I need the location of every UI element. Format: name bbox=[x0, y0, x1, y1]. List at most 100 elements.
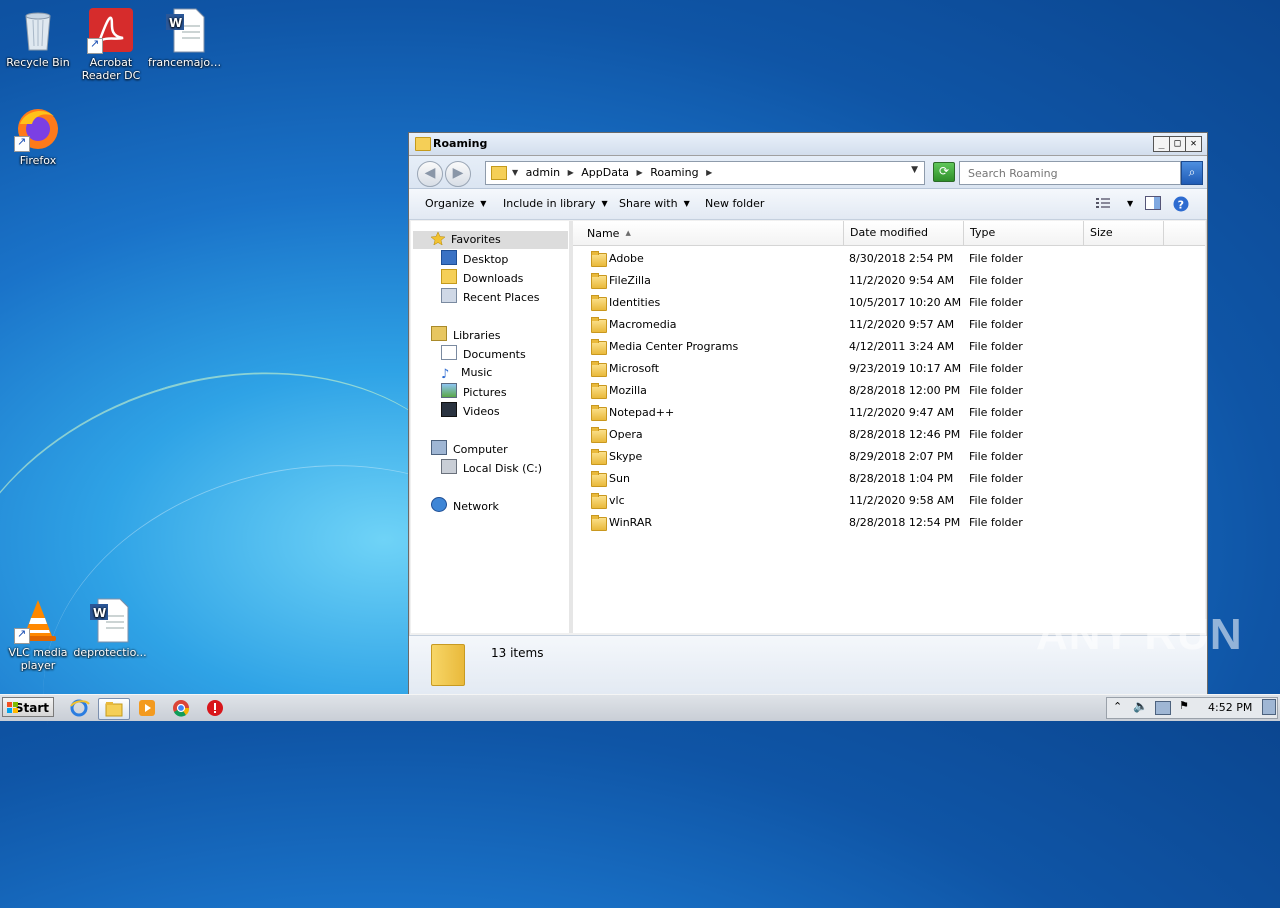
table-row[interactable]: Identities 10/5/2017 10:20 AM File folder bbox=[573, 292, 1205, 314]
nav-libraries-label: Libraries bbox=[453, 329, 501, 342]
refresh-button[interactable]: ⟳ bbox=[933, 162, 955, 182]
chevron-up-icon[interactable]: ⌃ bbox=[1113, 700, 1122, 713]
forward-button[interactable]: ▶ bbox=[445, 161, 471, 187]
breadcrumb-roaming[interactable]: Roaming bbox=[650, 166, 698, 179]
table-row[interactable]: Adobe 8/30/2018 2:54 PM File folder bbox=[573, 248, 1205, 270]
file-type: File folder bbox=[969, 406, 1023, 419]
file-date-modified: 10/5/2017 10:20 AM bbox=[849, 296, 962, 309]
table-row[interactable]: WinRAR 8/28/2018 12:54 PM File folder bbox=[573, 512, 1205, 534]
file-name: Skype bbox=[609, 450, 643, 463]
column-size[interactable]: Size bbox=[1084, 221, 1164, 245]
breadcrumb-admin[interactable]: admin bbox=[526, 166, 560, 179]
nav-videos[interactable]: Videos bbox=[441, 402, 500, 420]
file-date-modified: 11/2/2020 9:57 AM bbox=[849, 318, 955, 331]
table-row[interactable]: Skype 8/29/2018 2:07 PM File folder bbox=[573, 446, 1205, 468]
vlc-icon bbox=[14, 596, 62, 644]
nav-recent-places[interactable]: Recent Places bbox=[441, 288, 540, 306]
desktop-icon-vlc[interactable]: VLC media player bbox=[0, 596, 76, 672]
nav-desktop[interactable]: Desktop bbox=[441, 250, 508, 268]
window-title: Roaming bbox=[433, 137, 488, 150]
media-player-icon[interactable] bbox=[136, 698, 158, 718]
file-type: File folder bbox=[969, 450, 1023, 463]
flag-icon[interactable]: ⚑ bbox=[1179, 699, 1189, 712]
nav-music[interactable]: ♪ Music bbox=[441, 364, 492, 382]
chevron-right-icon[interactable]: ▼ bbox=[512, 168, 518, 177]
desktop-icon-recycle-bin[interactable]: Recycle Bin bbox=[0, 6, 76, 69]
view-dropdown-button[interactable]: ▼ bbox=[1121, 197, 1133, 210]
column-name[interactable]: Name ▲ bbox=[573, 221, 844, 245]
file-name: Microsoft bbox=[609, 362, 660, 375]
stop-icon[interactable] bbox=[204, 698, 226, 718]
desktop-icon-word-doc-2[interactable]: W deprotectio... bbox=[72, 596, 148, 659]
organize-button[interactable]: Organize ▼ bbox=[425, 197, 486, 210]
view-options-icon[interactable] bbox=[1095, 196, 1111, 210]
nav-computer[interactable]: Computer bbox=[431, 440, 508, 458]
table-row[interactable]: Microsoft 9/23/2019 10:17 AM File folder bbox=[573, 358, 1205, 380]
file-type: File folder bbox=[969, 428, 1023, 441]
chevron-right-icon[interactable]: ▶ bbox=[568, 168, 574, 177]
close-button[interactable]: ✕ bbox=[1185, 136, 1202, 152]
file-type: File folder bbox=[969, 516, 1023, 529]
start-label: Start bbox=[14, 701, 49, 715]
table-row[interactable]: Notepad++ 11/2/2020 9:47 AM File folder bbox=[573, 402, 1205, 424]
table-row[interactable]: Sun 8/28/2018 1:04 PM File folder bbox=[573, 468, 1205, 490]
nav-libraries[interactable]: Libraries bbox=[431, 326, 501, 344]
help-icon[interactable]: ? bbox=[1173, 196, 1189, 212]
item-count: 13 items bbox=[491, 646, 544, 660]
include-in-library-button[interactable]: Include in library ▼ bbox=[503, 197, 608, 210]
nav-downloads[interactable]: Downloads bbox=[441, 269, 523, 287]
column-name-label: Name bbox=[587, 227, 620, 240]
chevron-down-icon[interactable]: ▼ bbox=[911, 165, 918, 175]
chevron-right-icon[interactable]: ▶ bbox=[637, 168, 643, 177]
start-button[interactable]: Start bbox=[2, 697, 54, 717]
search-input[interactable] bbox=[966, 163, 1160, 183]
network-tray-icon[interactable] bbox=[1155, 701, 1171, 715]
column-date-modified[interactable]: Date modified bbox=[844, 221, 964, 245]
svg-text:?: ? bbox=[1178, 199, 1184, 212]
share-with-button[interactable]: Share with ▼ bbox=[619, 197, 690, 210]
minimize-button[interactable]: _ bbox=[1153, 136, 1170, 152]
chevron-right-icon[interactable]: ▶ bbox=[706, 168, 712, 177]
nav-local-disk[interactable]: Local Disk (C:) bbox=[441, 459, 542, 477]
nav-documents-label: Documents bbox=[463, 348, 526, 361]
nav-desktop-label: Desktop bbox=[463, 253, 509, 266]
maximize-button[interactable]: □ bbox=[1169, 136, 1186, 152]
shortcut-arrow-icon bbox=[14, 627, 30, 644]
ie-icon[interactable] bbox=[68, 698, 90, 718]
folder-icon bbox=[591, 471, 607, 487]
address-bar[interactable]: ▼ admin ▶ AppData ▶ Roaming ▶ ▼ bbox=[485, 161, 925, 185]
file-date-modified: 11/2/2020 9:58 AM bbox=[849, 494, 955, 507]
table-row[interactable]: Mozilla 8/28/2018 12:00 PM File folder bbox=[573, 380, 1205, 402]
content-area: Favorites Desktop Downloads Recent Place… bbox=[409, 219, 1207, 635]
search-box[interactable] bbox=[959, 161, 1181, 185]
nav-network[interactable]: Network bbox=[431, 497, 499, 515]
table-row[interactable]: Macromedia 11/2/2020 9:57 AM File folder bbox=[573, 314, 1205, 336]
new-folder-button[interactable]: New folder bbox=[705, 197, 764, 210]
table-row[interactable]: vlc 11/2/2020 9:58 AM File folder bbox=[573, 490, 1205, 512]
desktop-icon-acrobat[interactable]: Acrobat Reader DC bbox=[73, 6, 149, 82]
nav-documents[interactable]: Documents bbox=[441, 345, 526, 363]
pictures-icon bbox=[441, 383, 457, 398]
file-date-modified: 11/2/2020 9:54 AM bbox=[849, 274, 955, 287]
column-header-row: Name ▲ Date modified Type Size bbox=[573, 221, 1205, 246]
search-icon[interactable]: ⌕ bbox=[1181, 161, 1203, 185]
desktop-icon-word-doc[interactable]: W francemajor... bbox=[148, 6, 224, 69]
volume-icon[interactable]: 🔈 bbox=[1133, 699, 1148, 713]
show-desktop-button[interactable] bbox=[1262, 699, 1276, 715]
sort-ascending-icon: ▲ bbox=[625, 229, 631, 237]
breadcrumb-appdata[interactable]: AppData bbox=[581, 166, 629, 179]
title-bar[interactable]: Roaming _ □ ✕ bbox=[409, 133, 1207, 156]
table-row[interactable]: Media Center Programs 4/12/2011 3:24 AM Fi… bbox=[573, 336, 1205, 358]
file-date-modified: 8/29/2018 2:07 PM bbox=[849, 450, 954, 463]
clock[interactable]: 4:52 PM bbox=[1208, 701, 1252, 714]
table-row[interactable]: Opera 8/28/2018 12:46 PM File folder bbox=[573, 424, 1205, 446]
table-row[interactable]: FileZilla 11/2/2020 9:54 AM File folder bbox=[573, 270, 1205, 292]
desktop-icon-firefox[interactable]: Firefox bbox=[0, 104, 76, 167]
chrome-icon[interactable] bbox=[170, 698, 192, 718]
column-type[interactable]: Type bbox=[964, 221, 1084, 245]
nav-pictures[interactable]: Pictures bbox=[441, 383, 507, 401]
nav-favorites[interactable]: Favorites bbox=[430, 231, 501, 249]
preview-pane-icon[interactable] bbox=[1145, 196, 1161, 210]
back-button[interactable]: ◀ bbox=[417, 161, 443, 187]
taskbar-explorer-button[interactable] bbox=[98, 698, 130, 720]
